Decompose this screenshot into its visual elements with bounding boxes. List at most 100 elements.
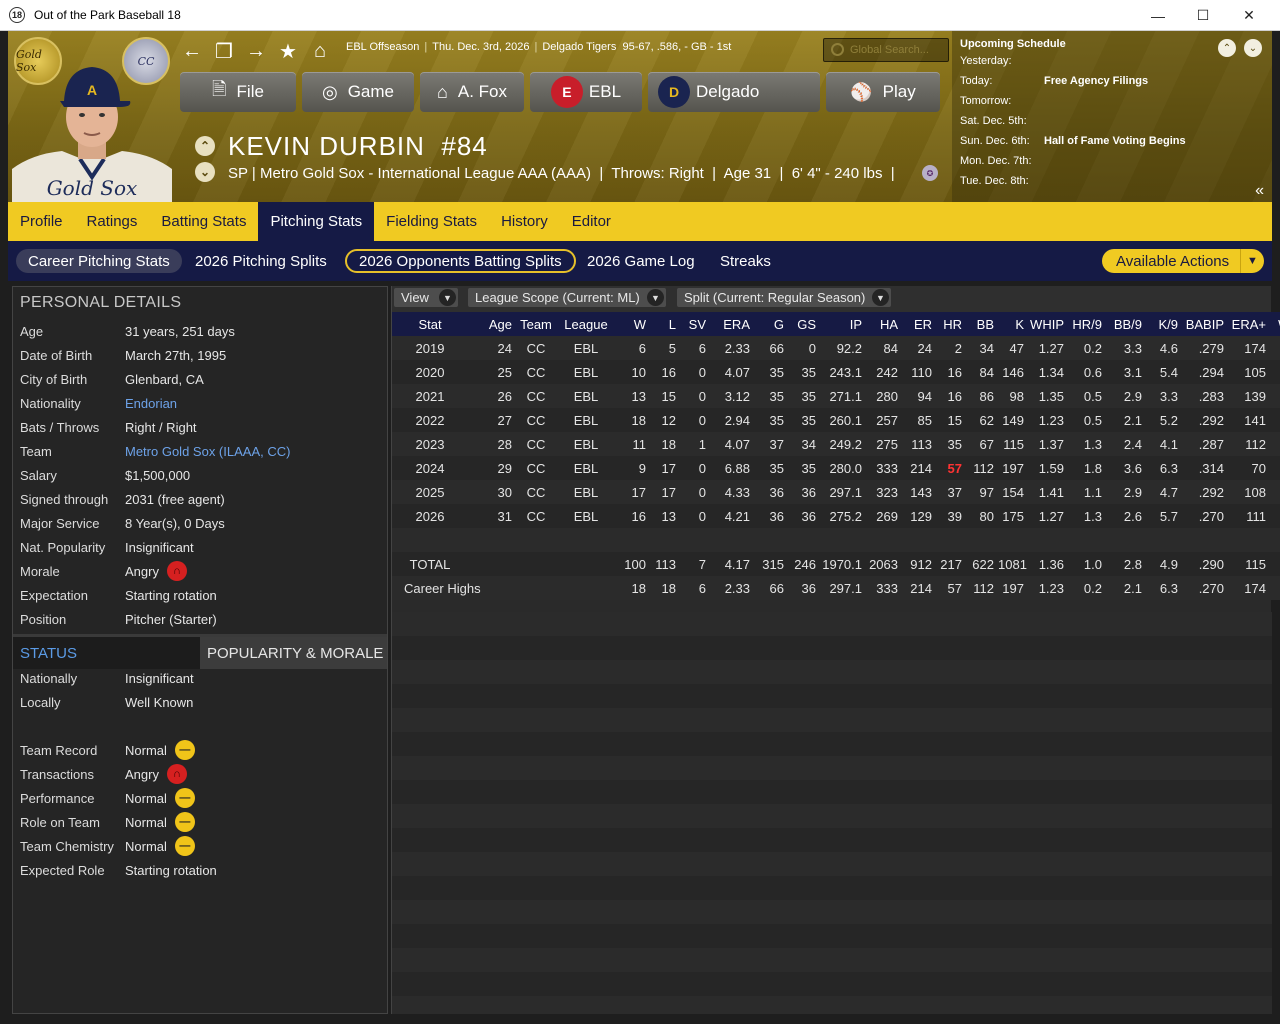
tab-popularity-morale[interactable]: POPULARITY & MORALE xyxy=(200,637,387,669)
column-header[interactable]: BABIP xyxy=(1182,312,1228,336)
team-link[interactable]: Metro Gold Sox (ILAAA, CC) xyxy=(125,444,290,459)
tab-ratings[interactable]: Ratings xyxy=(75,202,150,241)
stat-cell xyxy=(680,528,710,552)
subtab-career-pitching-stats[interactable]: Career Pitching Stats xyxy=(16,249,182,273)
stat-cell: 174 xyxy=(1244,340,1266,356)
column-header[interactable]: WAR xyxy=(1270,312,1280,336)
column-header[interactable]: IP xyxy=(820,312,866,336)
stat-cell: 1.37 xyxy=(1038,436,1064,452)
stat-cell: EBL xyxy=(573,364,599,380)
column-header[interactable]: BB/9 xyxy=(1106,312,1146,336)
stat-cell: 112 xyxy=(973,460,994,476)
stat-cell: 18 xyxy=(661,436,676,452)
column-header[interactable]: Age xyxy=(472,312,516,336)
column-header[interactable]: League xyxy=(560,312,616,336)
split-dropdown[interactable]: Split (Current: Regular Season) ▼ xyxy=(677,288,891,307)
team-button[interactable]: D Delgado xyxy=(648,72,820,112)
file-button[interactable]: 🗎 File xyxy=(180,72,296,112)
award-badge-icon[interactable]: ✪ xyxy=(922,165,938,181)
column-header[interactable]: Team xyxy=(516,312,560,336)
column-header[interactable]: GS xyxy=(788,312,820,336)
stat-cell: 35 xyxy=(801,364,816,380)
tab-status[interactable]: STATUS xyxy=(13,637,200,669)
tab-pitching-stats[interactable]: Pitching Stats xyxy=(258,202,375,241)
column-header[interactable]: HR/9 xyxy=(1068,312,1106,336)
subtab-streaks[interactable]: Streaks xyxy=(708,249,783,273)
tab-editor[interactable]: Editor xyxy=(560,202,623,241)
league-scope-dropdown[interactable]: League Scope (Current: ML) ▼ xyxy=(468,288,666,307)
back-arrow-icon[interactable]: ← xyxy=(180,39,204,63)
stat-cell: 57 xyxy=(947,460,962,476)
forward-arrow-icon[interactable]: → xyxy=(244,39,268,63)
tab-batting-stats[interactable]: Batting Stats xyxy=(149,202,258,241)
parent-team-logo[interactable]: CC xyxy=(122,37,170,85)
stat-cell: 35 xyxy=(801,412,816,428)
manager-button[interactable]: ⌂ A. Fox xyxy=(420,72,524,112)
stat-cell: 36 xyxy=(801,508,816,524)
stat-cell xyxy=(516,528,560,552)
column-header[interactable]: K xyxy=(998,312,1028,336)
column-header[interactable]: G xyxy=(754,312,788,336)
upcoming-schedule-panel: Upcoming Schedule Yesterday: Today: Free … xyxy=(952,31,1272,202)
star-icon[interactable]: ★ xyxy=(276,39,300,63)
column-header[interactable]: SV xyxy=(680,312,710,336)
detail-row: Nat. Popularity Insignificant xyxy=(20,539,194,555)
column-header[interactable]: Stat xyxy=(392,312,472,336)
stat-cell: 5.3 xyxy=(1270,360,1280,384)
play-button[interactable]: ⚾ Play xyxy=(826,72,940,112)
stat-cell: 66 xyxy=(769,580,784,596)
previous-player-icon[interactable]: ⌃ xyxy=(195,136,215,156)
stat-cell: 197 xyxy=(1002,580,1024,596)
stat-cell: 197 xyxy=(1002,460,1024,476)
tab-history[interactable]: History xyxy=(489,202,560,241)
column-header[interactable]: K/9 xyxy=(1146,312,1182,336)
stat-cell xyxy=(516,576,560,600)
column-header[interactable]: HA xyxy=(866,312,902,336)
document-icon: 🗎 xyxy=(212,79,227,99)
tab-fielding-stats[interactable]: Fielding Stats xyxy=(374,202,489,241)
neutral-face-icon: — xyxy=(174,812,195,832)
subtab-opponents-batting-splits[interactable]: 2026 Opponents Batting Splits xyxy=(345,249,576,273)
column-header[interactable]: ERA xyxy=(710,312,754,336)
nationality-link[interactable]: Endorian xyxy=(125,396,177,411)
column-header[interactable]: ERA+ xyxy=(1228,312,1270,336)
next-player-icon[interactable]: ⌄ xyxy=(195,162,215,182)
maximize-button[interactable]: ☐ xyxy=(1180,0,1226,31)
schedule-down-icon[interactable]: ⌄ xyxy=(1244,39,1262,57)
detail-row: Nationality Endorian xyxy=(20,395,178,411)
column-header[interactable]: WHIP xyxy=(1028,312,1068,336)
stat-cell: 6 xyxy=(698,580,706,596)
stat-cell: CC xyxy=(526,364,546,380)
game-button[interactable]: ◎ Game xyxy=(302,72,414,112)
collapse-panel-icon[interactable]: « xyxy=(1255,182,1264,200)
stats-row: Career Highs 18 18 6 2.33 66 36 297.1 333 214 57 11… xyxy=(392,576,1280,600)
stat-cell: TOTAL xyxy=(409,556,451,572)
column-header[interactable]: BB xyxy=(966,312,998,336)
column-header[interactable]: L xyxy=(650,312,680,336)
angry-face-icon: ∩ xyxy=(166,561,187,581)
close-button[interactable]: ✕ xyxy=(1226,0,1272,31)
home-icon[interactable]: ⌂ xyxy=(308,39,332,63)
stat-cell: 242 xyxy=(876,364,898,380)
stat-cell: 29.6 xyxy=(1270,552,1280,576)
column-header[interactable]: W xyxy=(616,312,650,336)
copy-icon[interactable]: ❐ xyxy=(212,39,236,63)
stat-cell: 94 xyxy=(917,388,932,404)
subtab-pitching-splits[interactable]: 2026 Pitching Splits xyxy=(183,249,339,273)
minor-team-logo[interactable]: Gold Sox xyxy=(14,37,62,85)
schedule-up-icon[interactable]: ⌃ xyxy=(1218,39,1236,57)
morale-row: Team Chemistry Normal — xyxy=(13,834,387,858)
view-dropdown[interactable]: View ▼ xyxy=(394,288,458,307)
league-button[interactable]: E EBL xyxy=(530,72,642,112)
column-header[interactable]: HR xyxy=(936,312,966,336)
subtab-game-log[interactable]: 2026 Game Log xyxy=(575,249,707,273)
column-header[interactable]: ER xyxy=(902,312,936,336)
global-search-input[interactable]: Global Search... xyxy=(823,38,949,62)
stat-cell: CC xyxy=(526,340,546,356)
stat-cell xyxy=(560,528,616,552)
minimize-button[interactable]: — xyxy=(1135,0,1181,31)
stat-cell: .294 xyxy=(1198,364,1224,380)
detail-row: Date of Birth March 27th, 1995 xyxy=(20,347,227,363)
tab-profile[interactable]: Profile xyxy=(8,202,75,241)
available-actions-button[interactable]: Available Actions ▼ xyxy=(1102,249,1264,273)
